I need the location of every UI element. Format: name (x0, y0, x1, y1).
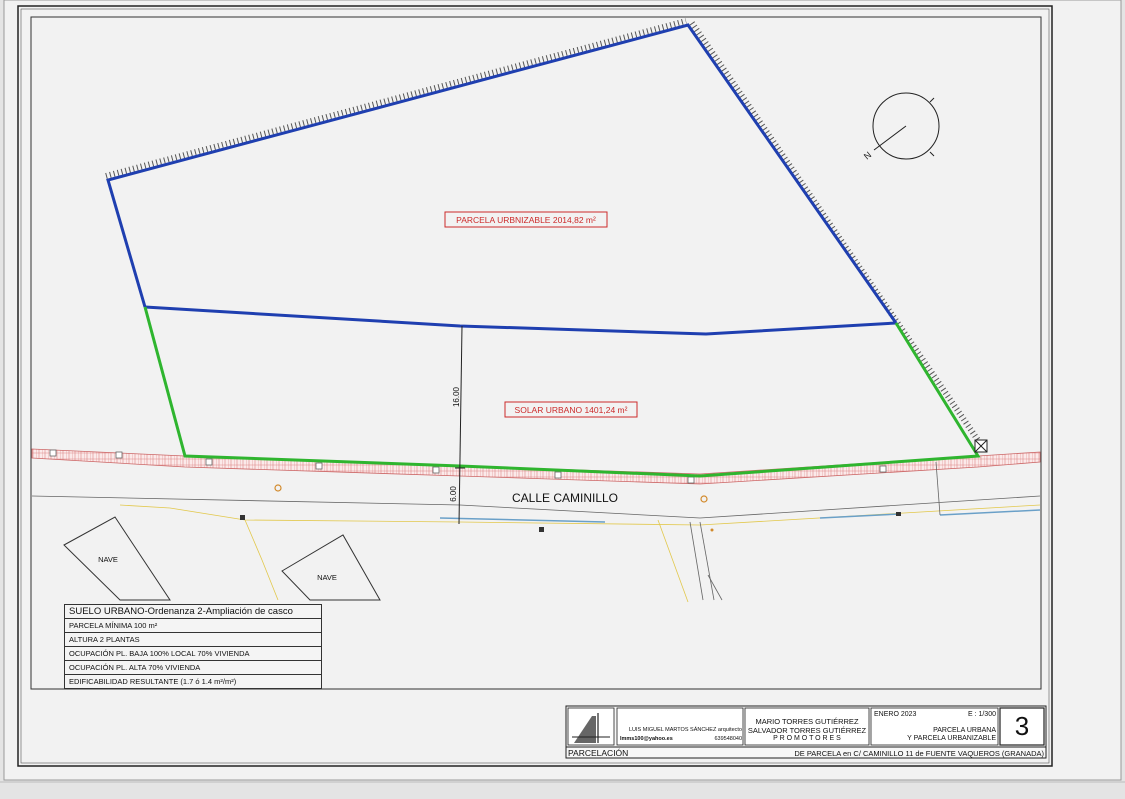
area-label-urbanizable: PARCELA URBNIZABLE 2014,82 m² (456, 215, 596, 225)
architect-email: lmms100@yahoo.es (620, 736, 673, 742)
drawing-description: Y PARCELA URBANIZABLE (907, 735, 996, 742)
legend-row: ALTURA 2 PLANTAS (65, 633, 321, 647)
section-label: PARCELACIÓN (568, 748, 629, 758)
legend-row: OCUPACIÓN PL. ALTA 70% VIVIENDA (65, 661, 321, 675)
promoter-name: MARIO TORRES GUTIÉRREZ (755, 717, 859, 726)
project-subject: DE PARCELA en C/ CAMINILLO 11 de FUENTE … (794, 749, 1044, 758)
legend-row: PARCELA MÍNIMA 100 m² (65, 619, 321, 633)
depth-dimension: 16.00 (452, 386, 461, 407)
promoter-name: SALVADOR TORRES GUTIÉRREZ (747, 726, 867, 735)
street-width-dimension: 6.00 (449, 486, 458, 502)
architect-name: LUIS MIGUEL MARTOS SÁNCHEZ arquitecto (629, 727, 742, 733)
legend-row: OCUPACIÓN PL. BAJA 100% LOCAL 70% VIVIEN… (65, 647, 321, 661)
legend-row: EDIFICABILIDAD RESULTANTE (1.7 ó 1.4 m²/… (69, 677, 237, 686)
nave-label: NAVE (317, 573, 337, 582)
legend-title: SUELO URBANO-Ordenanza 2-Ampliación de c… (65, 605, 321, 619)
architect-phone: 639548040 (714, 736, 742, 742)
drawing-date: ENERO 2023 (874, 711, 917, 718)
nave-label: NAVE (98, 555, 118, 564)
area-label-solar-urbano: SOLAR URBANO 1401,24 m² (515, 405, 628, 415)
drawing-scale: E : 1/300 (967, 711, 996, 718)
drawing-description: PARCELA URBANA (933, 727, 996, 734)
sheet-number: 3 (1014, 711, 1030, 741)
street-name: CALLE CAMINILLO (512, 491, 618, 505)
zoning-legend-table: SUELO URBANO-Ordenanza 2-Ampliación de c… (64, 604, 322, 689)
promoters-label: P R O M O T O R E S (773, 735, 841, 742)
